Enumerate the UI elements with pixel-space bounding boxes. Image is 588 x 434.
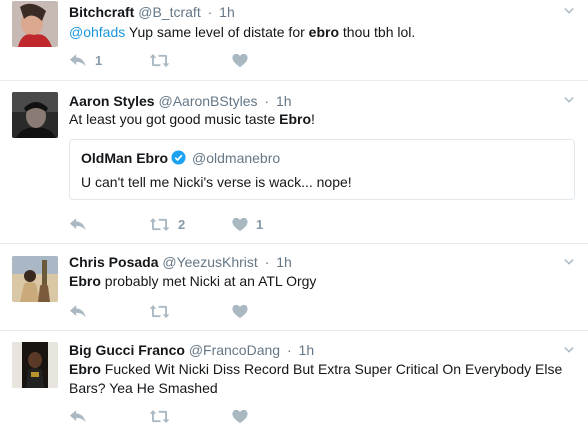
avatar-image (12, 256, 58, 302)
avatar[interactable] (12, 342, 58, 388)
tweet-text-part: thou tbh lol. (339, 24, 416, 40)
heart-icon (232, 409, 248, 424)
timestamp[interactable]: 1h (276, 254, 292, 270)
tweet-header: Bitchcraft @B_tcraft · 1h (69, 4, 235, 20)
quoted-tweet[interactable]: OldMan Ebro @oldmanebro U can't tell me … (69, 139, 575, 200)
retweet-icon (149, 217, 170, 232)
retweet-button[interactable] (149, 50, 178, 70)
tweet[interactable]: Big Gucci Franco @FrancoDang · 1h Ebro F… (0, 331, 588, 434)
retweet-count: 2 (178, 216, 186, 232)
avatar-image (12, 92, 58, 138)
retweet-button[interactable]: 2 (149, 214, 185, 234)
separator-dot: · (264, 93, 270, 109)
username[interactable]: @YeezusKhrist (162, 254, 257, 270)
highlighted-keyword: Ebro (69, 273, 101, 289)
username[interactable]: @FrancoDang (189, 342, 280, 358)
tweet-text-part: Fucked Wit Nicki Diss Record But Extra S… (69, 361, 563, 396)
tweet-text-part: At least you got good music taste (69, 111, 280, 127)
reply-icon (69, 217, 87, 232)
tweet-actions (69, 301, 469, 321)
chevron-down-icon[interactable] (564, 257, 574, 267)
avatar[interactable] (12, 92, 58, 138)
display-name[interactable]: Aaron Styles (69, 93, 155, 109)
tweet-text-part: Yup same level of distate for (125, 24, 309, 40)
reply-icon (69, 53, 87, 68)
retweet-button[interactable] (149, 301, 178, 321)
avatar[interactable] (12, 256, 58, 302)
username[interactable]: @B_tcraft (138, 4, 200, 20)
heart-icon (232, 217, 248, 232)
highlighted-keyword: Ebro (279, 111, 312, 127)
retweet-button[interactable] (149, 406, 178, 426)
display-name[interactable]: Big Gucci Franco (69, 342, 185, 358)
retweet-icon (149, 409, 170, 424)
like-button[interactable] (232, 50, 256, 70)
like-button[interactable] (232, 406, 256, 426)
tweet-header: Chris Posada @YeezusKhrist · 1h (69, 254, 292, 270)
tweet[interactable]: Aaron Styles @AaronBStyles · 1h At least… (0, 81, 588, 244)
retweet-icon (149, 304, 170, 319)
highlighted-keyword: ebro (308, 24, 339, 40)
tweet-actions: 2 1 (69, 214, 469, 234)
username[interactable]: @AaronBStyles (158, 93, 257, 109)
like-button[interactable]: 1 (232, 214, 263, 234)
tweet-actions: 1 (69, 50, 469, 70)
highlighted-keyword: Ebro (69, 361, 101, 377)
reply-button[interactable] (69, 214, 95, 234)
quoted-display-name: OldMan Ebro (81, 150, 169, 166)
reply-button[interactable] (69, 406, 95, 426)
separator-dot: · (207, 4, 213, 20)
quoted-username: @oldmanebro (192, 150, 281, 166)
chevron-down-icon[interactable] (564, 95, 574, 105)
tweet-text: Ebro Fucked Wit Nicki Diss Record But Ex… (69, 360, 574, 398)
reply-icon (69, 304, 87, 319)
verified-badge-icon (171, 150, 186, 165)
timestamp[interactable]: 1h (276, 93, 292, 109)
like-count: 1 (256, 216, 264, 232)
mention-link[interactable]: @ohfads (69, 24, 125, 40)
tweet-actions (69, 406, 469, 426)
tweet[interactable]: Chris Posada @YeezusKhrist · 1h Ebro pro… (0, 244, 588, 331)
avatar[interactable] (12, 1, 58, 47)
retweet-icon (149, 53, 170, 68)
separator-dot: · (264, 254, 270, 270)
tweet-header: Aaron Styles @AaronBStyles · 1h (69, 93, 292, 109)
heart-icon (232, 304, 248, 319)
display-name[interactable]: Bitchcraft (69, 4, 134, 20)
heart-icon (232, 53, 248, 68)
tweet-text-part: ! (311, 111, 315, 127)
tweet-text: At least you got good music taste Ebro! (69, 110, 574, 129)
avatar-image (12, 342, 58, 388)
display-name[interactable]: Chris Posada (69, 254, 158, 270)
avatar-image (12, 1, 58, 47)
chevron-down-icon[interactable] (564, 6, 574, 16)
tweet-header: Big Gucci Franco @FrancoDang · 1h (69, 342, 314, 358)
reply-icon (69, 409, 87, 424)
timestamp[interactable]: 1h (219, 4, 235, 20)
reply-button[interactable]: 1 (69, 50, 102, 70)
reply-count: 1 (95, 52, 103, 68)
chevron-down-icon[interactable] (564, 345, 574, 355)
quoted-tweet-text: U can't tell me Nicki's verse is wack...… (81, 174, 352, 190)
tweet-text-part: probably met Nicki at an ATL Orgy (100, 273, 317, 289)
timestamp[interactable]: 1h (299, 342, 315, 358)
quoted-tweet-header: OldMan Ebro @oldmanebro (81, 150, 280, 166)
tweet-text: @ohfads Yup same level of distate for eb… (69, 23, 574, 42)
like-button[interactable] (232, 301, 256, 321)
reply-button[interactable] (69, 301, 95, 321)
separator-dot: · (286, 342, 292, 358)
tweet[interactable]: Bitchcraft @B_tcraft · 1h @ohfads Yup sa… (0, 0, 588, 81)
tweet-text: Ebro probably met Nicki at an ATL Orgy (69, 272, 574, 291)
